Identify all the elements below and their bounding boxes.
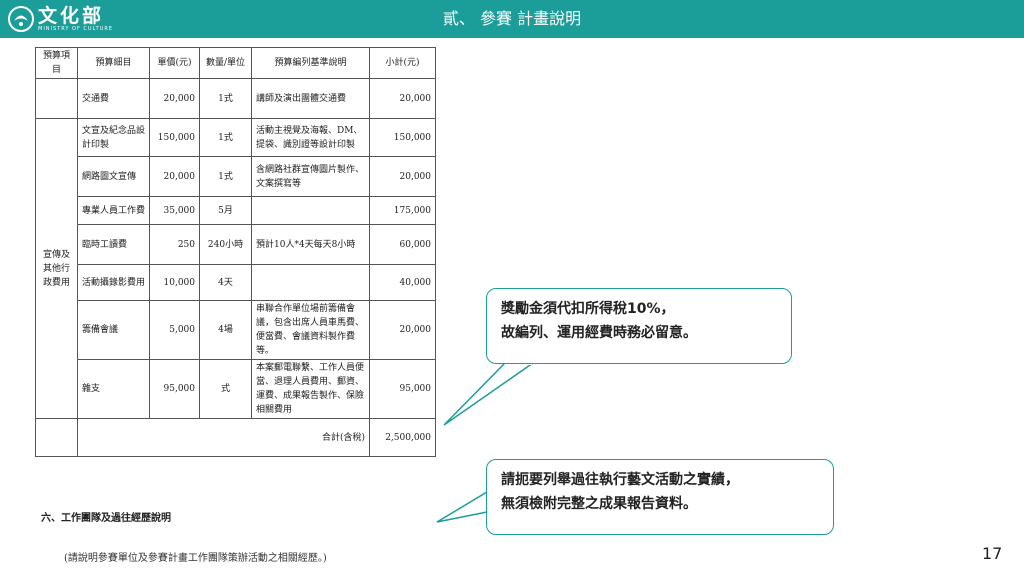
callout-line: 無須檢附完整之成果報告資料。	[501, 496, 697, 512]
page-number: 17	[982, 544, 1003, 563]
callout-1-pointer	[443, 362, 536, 426]
callout-2-pointer	[436, 490, 488, 523]
callout-experience-note: 請扼要列舉過往執行藝文活動之實績， 無須檢附完整之成果報告資料。	[486, 459, 834, 535]
callout-line: 獎勵金須代扣所得稅10%，	[501, 301, 675, 317]
callout-line: 請扼要列舉過往執行藝文活動之實績，	[501, 472, 739, 488]
callout-tax-note: 獎勵金須代扣所得稅10%， 故編列、運用經費時務必留意。	[486, 288, 792, 364]
callout-line: 故編列、運用經費時務必留意。	[501, 325, 697, 341]
